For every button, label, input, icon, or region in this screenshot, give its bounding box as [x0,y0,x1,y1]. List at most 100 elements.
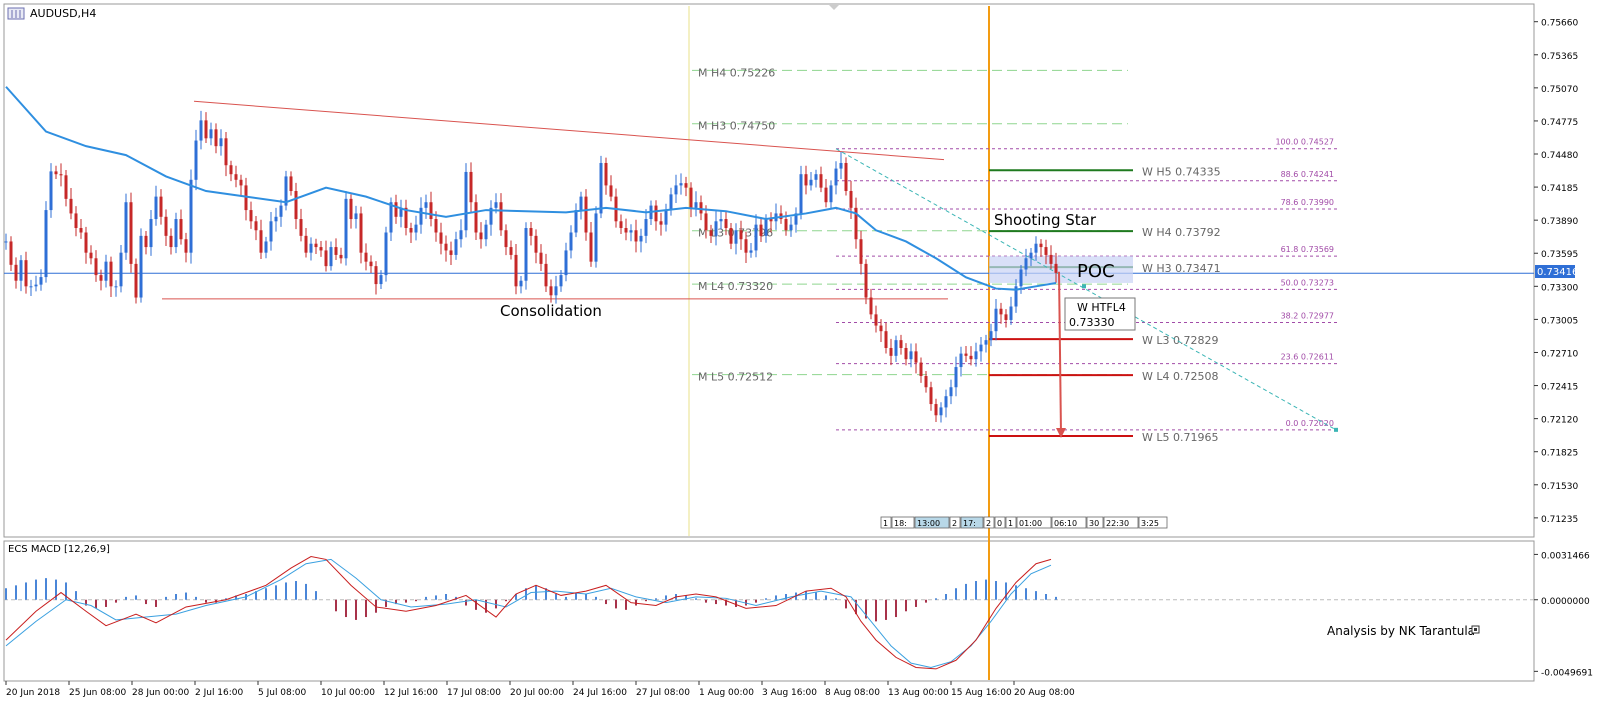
candle-body [944,396,948,408]
candle-body [619,221,623,229]
candle-body [19,260,23,281]
chart-canvas[interactable]: M H4 0.75226M H3 0.74750M L3 0.73796M L4… [0,0,1611,701]
y-axis-tick-label: 0.72120 [1541,416,1578,426]
candle-body [884,331,888,348]
candle-body [879,325,883,332]
candle-body [1049,254,1053,264]
candle-body [299,219,303,236]
candle-body [1039,243,1043,248]
macd-pane[interactable] [3,540,1535,682]
candle-body [439,232,443,244]
candle-body [754,224,758,251]
candle-body [529,228,533,236]
fib-level-label: 0.0 0.72020 [1286,419,1334,428]
time-label-text: 30 [1089,519,1099,528]
y-axis-tick-label: 0.74775 [1541,118,1578,128]
candle-body [969,355,973,360]
candle-body [74,213,78,229]
candle-body [504,230,508,248]
candle-body [334,247,338,255]
y-axis-tick-label: 0.74480 [1541,151,1578,161]
time-label-text: 13:00 [917,519,940,528]
x-axis-tick-label: 17 Jul 08:00 [447,688,501,698]
weekly-level-label: W L5 0.71965 [1142,431,1218,444]
candle-body [639,235,643,242]
candle-body [759,224,763,236]
current-price-tag: 0.73416 [1535,265,1578,278]
credit-icon-dot [1474,628,1477,631]
candle-body [129,202,133,264]
candle-body [809,179,813,186]
candle-body [894,340,898,356]
candle-body [1009,306,1013,320]
candle-body [569,232,573,251]
candle-body [224,138,228,166]
candle-body [599,162,603,214]
candle-body [974,351,978,360]
candle-body [819,174,823,188]
candle-body [364,252,368,262]
candle-body [354,213,358,220]
candle-body [474,202,478,233]
time-label-text: 22:30 [1106,519,1129,528]
price-pane[interactable] [3,3,1535,538]
candle-body [309,243,313,253]
candle-body [139,235,143,298]
weekly-level-label: W L4 0.72508 [1142,370,1218,383]
candle-body [924,376,928,388]
y-axis-tick-label: 0.73595 [1541,250,1578,260]
candle-body [274,216,278,222]
candle-body [659,221,663,225]
htfl4-value: 0.73330 [1069,316,1115,329]
x-axis-tick-label: 12 Jul 16:00 [384,688,438,698]
candle-body [164,216,168,236]
candle-body [484,224,488,240]
candle-body [444,243,448,251]
candle-body [954,367,958,388]
monthly-level-label: M H4 0.75226 [698,66,775,79]
candle-body [49,171,53,211]
candle-body [324,250,328,267]
candle-body [689,187,693,208]
candle-body [384,232,388,276]
shooting-star-label: Shooting Star [994,211,1097,229]
candle-body [264,241,268,253]
candle-body [84,232,88,253]
time-label-text: 18: [894,519,907,528]
candle-body [429,202,433,220]
candle-body [979,344,983,352]
fib-level-label: 100.0 0.74527 [1275,138,1334,147]
htfl4-callout[interactable]: W HTFL4 0.73330 [1064,297,1136,331]
candle-body [14,264,18,281]
candle-body [369,261,373,267]
candle-body [329,247,333,267]
candle-body [294,191,298,220]
x-axis-tick-label: 28 Jun 00:00 [132,688,189,698]
candle-body [654,205,658,222]
candle-body [594,213,598,262]
candle-body [194,140,198,180]
candle-body [739,230,743,240]
candle-body [159,196,163,217]
x-axis-tick-label: 3 Aug 16:00 [762,688,817,698]
y-axis-tick-label: 0.73890 [1541,217,1578,227]
candle-body [114,286,118,288]
weekly-level-label: W H3 0.73471 [1142,262,1221,275]
candle-body [914,351,918,363]
candle-body [184,239,188,253]
candle-body [344,198,348,259]
candle-body [904,347,908,360]
candle-body [339,254,343,259]
x-axis-tick-label: 15 Aug 16:00 [951,688,1012,698]
candle-body [229,165,233,175]
candle-body [179,219,183,240]
y-axis-tick-label: 0.72415 [1541,383,1578,393]
candle-body [899,340,903,348]
candle-body [214,129,218,147]
candle-body [514,254,518,287]
fib-level-label: 61.8 0.73569 [1281,245,1334,254]
candle-body [704,213,708,231]
candle-body [684,183,688,188]
candle-body [669,194,673,211]
symbol-title-group: AUDUSD,H4 [7,7,96,20]
